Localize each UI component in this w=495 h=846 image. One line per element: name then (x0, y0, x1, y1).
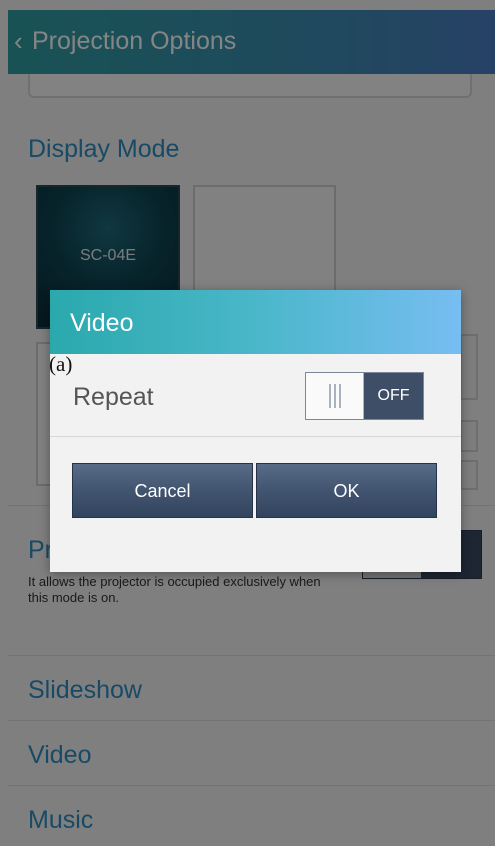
toggle-thumb[interactable] (306, 373, 364, 419)
toggle-state-text: OFF (377, 387, 410, 404)
grip-line (334, 384, 336, 408)
repeat-label: Repeat (73, 383, 154, 411)
video-dialog: Video (50, 290, 461, 572)
grip-line (339, 384, 341, 408)
annotation-label: (a) (49, 352, 73, 376)
ok-button[interactable]: OK (256, 463, 437, 518)
cancel-button[interactable]: Cancel (72, 463, 253, 518)
projection-options-screen: ‹ Projection Options Display Mode SC-04E… (0, 0, 495, 846)
dialog-header: Video (50, 290, 461, 354)
dialog-divider (50, 436, 461, 437)
dialog-title: Video (70, 309, 134, 337)
repeat-toggle[interactable]: OFF (305, 372, 424, 420)
grip-line (329, 384, 331, 408)
